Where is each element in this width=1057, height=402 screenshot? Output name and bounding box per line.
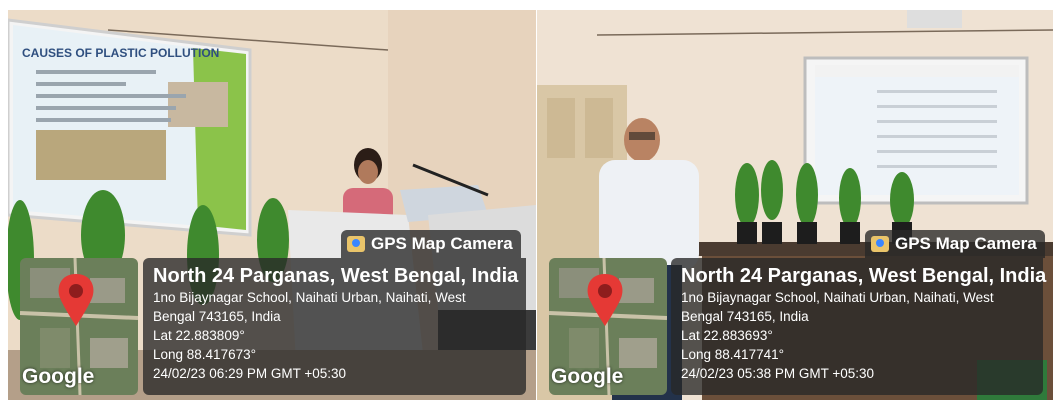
google-label: Google — [551, 365, 624, 388]
google-label: Google — [22, 365, 95, 388]
slide-title: CAUSES OF PLASTIC POLLUTION — [22, 46, 219, 60]
datetime: 24/02/23 06:29 PM GMT +05:30 — [153, 366, 347, 381]
map-thumbnail: Google — [549, 258, 667, 395]
address-line-1: 1no Bijaynagar School, Naihati Urban, Na… — [681, 290, 994, 305]
gps-camera-badge: GPS Map Camera — [341, 230, 521, 258]
photo-right: GPS Map Camera Google North 24 Parganas,… — [537, 10, 1053, 400]
gps-camera-badge: GPS Map Camera — [865, 230, 1045, 258]
location-info-panel: North 24 Parganas, West Bengal, India 1n… — [671, 258, 1047, 395]
address-line-1: 1no Bijaynagar School, Naihati Urban, Na… — [153, 290, 466, 305]
map-thumbnail: Google — [20, 258, 138, 395]
gps-camera-icon — [347, 236, 365, 252]
gps-badge-label: GPS Map Camera — [371, 234, 513, 253]
location-title: North 24 Parganas, West Bengal, India — [681, 265, 1047, 287]
location-title: North 24 Parganas, West Bengal, India — [153, 265, 519, 287]
longitude: Long 88.417741° — [681, 347, 784, 362]
latitude: Lat 22.883693° — [681, 328, 773, 343]
datetime: 24/02/23 05:38 PM GMT +05:30 — [681, 366, 875, 381]
gps-badge-label: GPS Map Camera — [895, 234, 1037, 253]
photo-left: CAUSES OF PLASTIC POLLUTION GPS Map Came… — [8, 10, 536, 400]
address-line-2: Bengal 743165, India — [681, 309, 809, 324]
location-info-panel: North 24 Parganas, West Bengal, India 1n… — [143, 258, 526, 395]
gps-camera-icon — [871, 236, 889, 252]
longitude: Long 88.417673° — [153, 347, 256, 362]
address-line-2: Bengal 743165, India — [153, 309, 281, 324]
latitude: Lat 22.883809° — [153, 328, 245, 343]
